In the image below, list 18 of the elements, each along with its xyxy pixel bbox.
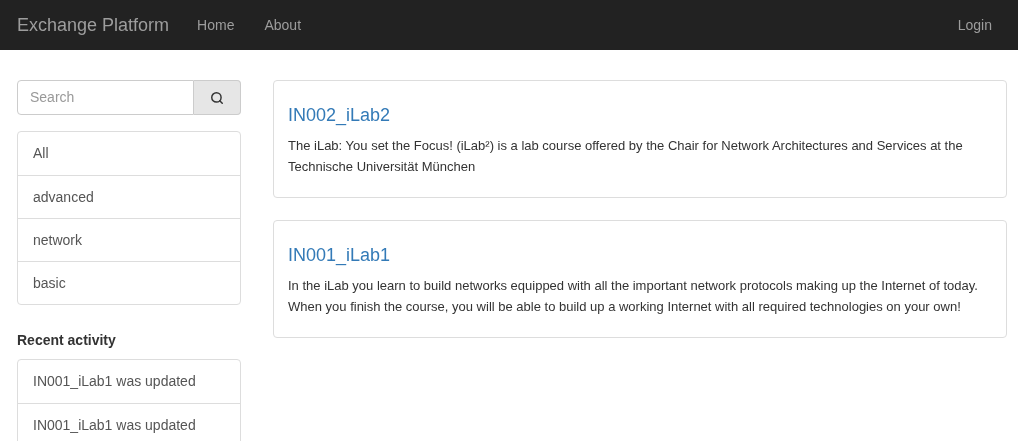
category-item[interactable]: advanced [18,175,240,218]
course-title[interactable]: IN002_iLab2 [288,103,992,127]
activity-item[interactable]: IN001_iLab1 was updated [18,360,240,403]
nav-link[interactable]: Home [197,14,235,36]
course-description: In the iLab you learn to build networks equipped with all the important network protocols making up the Internet of today. When you finish the course, you will be able to build up a working Internet with all required technologies on your own! [288,277,979,316]
nav-link[interactable]: About [264,14,302,36]
category-item[interactable]: basic [18,261,240,304]
recent-activity-heading: Recent activity [17,331,117,350]
category-item[interactable]: All [18,132,240,175]
search-icon [210,90,224,105]
brand-link[interactable]: Exchange Platform [17,11,170,39]
activity-item[interactable]: IN001_iLab1 was updated [18,403,240,441]
search-field[interactable]: Search [17,80,194,115]
course-description: The iLab: You set the Focus! (iLab²) is a lab course offered by the Chair for Network Architectures and Services at the Technische Universität München [288,137,964,176]
course-title[interactable]: IN001_iLab1 [288,243,992,267]
login-link[interactable]: Login [957,14,992,36]
category-item[interactable]: network [18,218,240,261]
search-button[interactable] [194,80,241,115]
